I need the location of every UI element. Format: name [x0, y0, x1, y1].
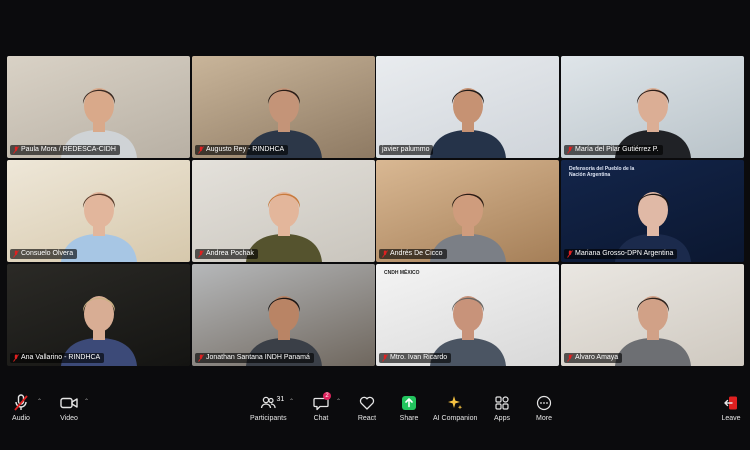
participant-name: Paula Mora / REDESCA-CIDH [21, 146, 116, 153]
share-button[interactable]: Share [397, 394, 421, 422]
share-arrow-icon [397, 394, 421, 412]
participant-tile[interactable]: Andrea Pochak [192, 160, 375, 262]
heart-icon [355, 394, 379, 412]
participant-nameplate: Consuelo Olvera [10, 249, 78, 259]
audio-button[interactable]: Audio [9, 394, 33, 422]
participant-tile[interactable]: Andrés De Cicco [376, 160, 559, 262]
ai-companion-button[interactable]: AI Companion [433, 394, 477, 422]
mic-muted-icon [13, 146, 19, 154]
participant-silhouette [614, 296, 691, 366]
video-camera-icon [57, 394, 81, 412]
participants-button[interactable]: 31 Participants [250, 394, 287, 422]
react-button[interactable]: React [355, 394, 379, 422]
mic-muted-icon [567, 146, 573, 154]
mic-muted-icon [198, 250, 204, 258]
video-options-caret-icon[interactable]: ⌃ [84, 398, 89, 405]
participant-tile[interactable]: Ana Vallarino - RINDHCA [7, 264, 190, 366]
chat-unread-badge: 2 [323, 392, 331, 400]
participant-tile[interactable]: Jonathan Santana INDH Panamá [192, 264, 375, 366]
participant-nameplate: Andrés De Cicco [379, 249, 447, 259]
participant-nameplate: Ana Vallarino - RINDHCA [10, 353, 105, 363]
participant-nameplate: Mtro. Ivan Ricardo [379, 353, 452, 363]
participant-name: Alvaro Amaya [575, 354, 619, 361]
mic-muted-icon [382, 250, 388, 258]
mic-muted-icon [13, 250, 19, 258]
participant-name: María del Pilar Gutiérrez P. [575, 146, 659, 153]
participant-name: Consuelo Olvera [21, 250, 74, 257]
participant-nameplate: Andrea Pochak [195, 249, 258, 259]
people-icon: 31 [256, 394, 284, 412]
apps-grid-icon [490, 394, 514, 412]
leave-button[interactable]: Leave [719, 394, 743, 422]
participant-name: Andrea Pochak [206, 250, 254, 257]
chat-bubble-icon: 2 [309, 392, 333, 412]
mic-muted-icon [9, 394, 33, 412]
chat-label: Chat [313, 415, 329, 422]
mic-muted-icon [198, 146, 204, 154]
mic-muted-icon [382, 354, 388, 362]
apps-button[interactable]: Apps [490, 394, 514, 422]
participant-tile[interactable]: Defensoría del Pueblo de la Nación Argen… [561, 160, 744, 262]
participant-tile[interactable]: Alvaro Amaya [561, 264, 744, 366]
audio-options-caret-icon[interactable]: ⌃ [37, 398, 42, 405]
participant-tile[interactable]: javier palummo [376, 56, 559, 158]
apps-label: Apps [494, 415, 510, 422]
participant-name: Augusto Rey - RINDHCA [206, 146, 285, 153]
participant-silhouette [429, 88, 506, 158]
participant-nameplate: María del Pilar Gutiérrez P. [564, 145, 663, 155]
mic-muted-icon [198, 354, 204, 362]
video-label: Video [60, 415, 78, 422]
participant-name: Mtro. Ivan Ricardo [390, 354, 448, 361]
participant-nameplate: Paula Mora / REDESCA-CIDH [10, 145, 120, 155]
participant-name: Ana Vallarino - RINDHCA [21, 354, 101, 361]
participant-nameplate: Mariana Grosso-DPN Argentina [564, 249, 678, 259]
participant-nameplate: Jonathan Santana INDH Panamá [195, 353, 314, 363]
participant-tile[interactable]: Augusto Rey - RINDHCA [192, 56, 375, 158]
participant-name: javier palummo [382, 146, 430, 153]
participant-nameplate: Augusto Rey - RINDHCA [195, 145, 289, 155]
participant-nameplate: Alvaro Amaya [564, 353, 623, 363]
audio-label: Audio [12, 415, 30, 422]
participants-count: 31 [276, 396, 285, 403]
leave-door-icon [719, 394, 743, 412]
mic-muted-icon [567, 354, 573, 362]
participant-tile[interactable]: CNDH MÉXICO Mtro. Ivan Ricardo [376, 264, 559, 366]
share-label: Share [399, 415, 419, 422]
participant-tile[interactable]: Consuelo Olvera [7, 160, 190, 262]
background-logo-text: CNDH MÉXICO [384, 270, 420, 276]
participant-name: Mariana Grosso-DPN Argentina [575, 250, 674, 257]
more-dots-icon [532, 394, 556, 412]
participants-label: Participants [250, 415, 287, 422]
meeting-toolbar: Audio ⌃ Video ⌃ 31 Participants ⌃ 2 Chat… [0, 382, 750, 450]
participant-tile[interactable]: Paula Mora / REDESCA-CIDH [7, 56, 190, 158]
mic-muted-icon [13, 354, 19, 362]
chat-options-caret-icon[interactable]: ⌃ [336, 398, 341, 405]
participant-tile[interactable]: María del Pilar Gutiérrez P. [561, 56, 744, 158]
video-button[interactable]: Video [57, 394, 81, 422]
ai-companion-label: AI Companion [433, 415, 478, 422]
sparkle-icon [443, 394, 467, 412]
video-gallery: Paula Mora / REDESCA-CIDH Augusto Rey - R… [7, 56, 746, 366]
mic-muted-icon [567, 250, 573, 258]
leave-label: Leave [721, 415, 741, 422]
chat-button[interactable]: 2 Chat [309, 392, 333, 422]
more-button[interactable]: More [532, 394, 556, 422]
react-label: React [357, 415, 377, 422]
participant-nameplate: javier palummo [379, 145, 434, 155]
participant-name: Jonathan Santana INDH Panamá [206, 354, 310, 361]
participants-options-caret-icon[interactable]: ⌃ [289, 398, 294, 405]
more-label: More [536, 415, 552, 422]
participant-name: Andrés De Cicco [390, 250, 443, 257]
